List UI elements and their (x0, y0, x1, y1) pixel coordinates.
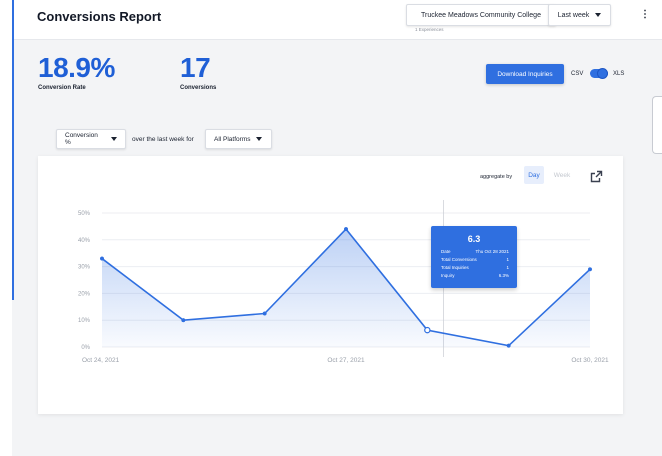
tooltip-val: Thu Oct 28 2021 (475, 249, 509, 254)
share-export-icon[interactable] (590, 170, 603, 183)
x-tick-label: Oct 24, 2021 (82, 357, 120, 364)
tooltip-key: Date (441, 249, 451, 254)
left-pane (0, 0, 12, 456)
download-inquiries-button[interactable]: Download Inquiries (486, 64, 564, 84)
data-point (99, 256, 105, 261)
y-tick-label: 50% (78, 211, 91, 217)
college-select[interactable]: Truckee Meadows Community College (406, 4, 556, 26)
y-tick-label: 20% (78, 291, 91, 297)
tooltip-value: 6.3 (467, 234, 481, 244)
format-toggle[interactable] (590, 68, 608, 79)
conversion-rate-value: 18.9% (38, 52, 115, 83)
y-tick-label: 10% (78, 318, 91, 324)
toggle-knob (597, 68, 608, 79)
conversions-label: Conversions (180, 85, 217, 91)
tooltip-row: Inquiry 6.3% (441, 273, 509, 278)
highlighted-point (424, 326, 431, 334)
more-menu-icon[interactable]: ⋮ (640, 9, 650, 20)
date-range-label: Last week (557, 11, 590, 19)
tooltip-row: Total Conversions 1 (441, 257, 509, 262)
data-point (181, 318, 186, 323)
college-select-label: Truckee Meadows Community College (421, 11, 541, 19)
aggregate-day-button[interactable]: Day (524, 166, 544, 184)
chevron-down-icon (595, 13, 602, 17)
data-point (506, 343, 511, 348)
data-point (262, 311, 267, 316)
x-tick-label: Oct 27, 2021 (327, 357, 365, 364)
data-point (587, 267, 593, 272)
conversion-rate-label: Conversion Rate (38, 85, 86, 91)
tooltip-key: Total Conversions (441, 257, 477, 262)
filter-connector-text: over the last week for (132, 136, 194, 143)
tooltip-val: 1 (506, 257, 509, 262)
metric-select-label: Conversion % (65, 132, 98, 146)
x-tick-label: Oct 30, 2021 (571, 357, 609, 364)
left-accent-rule (12, 0, 14, 300)
tooltip-row: Date Thu Oct 28 2021 (441, 249, 509, 254)
metric-select[interactable]: Conversion % (56, 129, 126, 149)
y-tick-label: 30% (78, 265, 91, 271)
tooltip-key: Inquiry (441, 273, 455, 278)
tooltip-val: 6.3% (498, 273, 509, 278)
side-panel-tab[interactable] (652, 96, 662, 154)
chevron-down-icon (111, 137, 117, 141)
chart-tooltip: 6.3 Date Thu Oct 28 2021 Total Conversio… (431, 226, 517, 288)
platform-select-label: All Platforms (214, 135, 251, 143)
aggregate-week-button[interactable]: Week (552, 166, 572, 184)
tooltip-key: Total Inquiries (441, 265, 469, 270)
csv-label: CSV (571, 71, 584, 77)
y-tick-label: 40% (78, 238, 91, 244)
page-title: Conversions Report (37, 9, 162, 24)
conversions-value: 17 (180, 52, 211, 83)
tooltip-row: Total Inquiries 1 (441, 265, 509, 270)
college-subtext: 1 Experiences (415, 27, 444, 32)
conversion-chart: 0% 10% 20% 30% 40% 50% Oct 24, 2021 Oct 27, 202… (78, 200, 609, 364)
platform-select[interactable]: All Platforms (205, 129, 272, 149)
aggregate-label: aggregate by (480, 174, 513, 180)
xls-label: XLS (613, 71, 625, 77)
data-point (343, 227, 349, 232)
tooltip-val: 1 (506, 265, 509, 270)
y-tick-label: 0% (81, 345, 90, 351)
chevron-down-icon (256, 137, 263, 141)
date-range-select[interactable]: Last week (548, 4, 611, 26)
